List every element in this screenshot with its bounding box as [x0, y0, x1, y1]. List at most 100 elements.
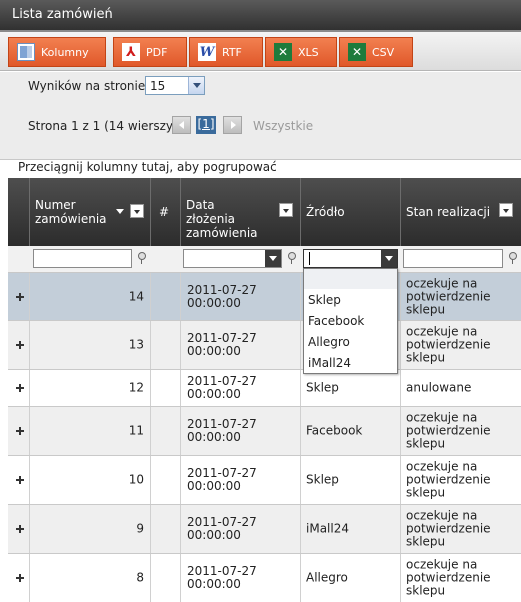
table-row[interactable]: 13 2011-07-27 00:00:00 oczekuje na potwi…	[8, 321, 521, 370]
xls-button-label: XLS	[298, 45, 319, 59]
column-menu-icon[interactable]	[130, 204, 144, 218]
show-all-link[interactable]: Wszystkie	[253, 119, 313, 133]
source-value: iMall24	[306, 521, 349, 536]
chevron-down-icon[interactable]	[381, 250, 397, 267]
order-number-value: 8	[136, 570, 144, 585]
rtf-button[interactable]: W RTF	[189, 37, 263, 67]
prev-page-button[interactable]	[172, 116, 191, 134]
source-filter-select[interactable]	[303, 249, 398, 268]
header-hash[interactable]: #	[150, 178, 180, 246]
expand-row-icon[interactable]	[16, 476, 24, 484]
group-panel-hint: Przeciągnij kolumny tutaj, aby pogrupowa…	[18, 160, 277, 174]
page-info: Strona 1 z 1 (14 wierszy)	[28, 119, 178, 133]
table-row[interactable]: 14 2011-07-27 00:00:00 oczekuje na potwi…	[8, 273, 521, 321]
status-value: anulowane	[406, 380, 472, 395]
grid-body: 14 2011-07-27 00:00:00 oczekuje na potwi…	[8, 273, 521, 602]
source-cell: Allegro	[300, 554, 400, 602]
status-cell: oczekuje na potwierdzenie sklepu	[400, 273, 521, 320]
expand-row-icon[interactable]	[16, 574, 24, 582]
order-number-cell: 11	[29, 407, 150, 455]
header-status[interactable]: Stan realizacji	[400, 178, 521, 246]
order-date-value: 2011-07-27 00:00:00	[187, 466, 257, 493]
columns-button[interactable]: Kolumny	[8, 37, 106, 67]
columns-button-label: Kolumny	[41, 45, 89, 59]
expand-cell[interactable]	[8, 321, 29, 369]
table-row[interactable]: 11 2011-07-27 00:00:00 Facebook oczekuje…	[8, 407, 521, 456]
source-cell: Sklep	[300, 456, 400, 504]
expand-cell[interactable]	[8, 554, 29, 602]
source-dropdown-list: Sklep Facebook Allegro iMall24	[303, 268, 398, 374]
source-value: Facebook	[306, 423, 363, 438]
chevron-down-icon[interactable]	[265, 250, 281, 267]
csv-icon: ✕	[348, 43, 366, 61]
expand-cell[interactable]	[8, 273, 29, 320]
order-date-value: 2011-07-27 00:00:00	[187, 331, 257, 358]
next-page-button[interactable]	[223, 116, 242, 134]
order-date-value: 2011-07-27 00:00:00	[187, 515, 257, 542]
order-number-cell: 9	[29, 505, 150, 553]
header-order-date-label: Data złożenia zamówienia	[186, 198, 258, 240]
status-value: oczekuje na potwierdzenie sklepu	[406, 557, 491, 598]
source-value: Sklep	[306, 380, 339, 395]
results-per-page-select[interactable]: 15	[145, 76, 205, 95]
csv-button[interactable]: ✕ CSV	[339, 37, 413, 67]
order-number-filter-input[interactable]	[33, 249, 132, 268]
source-value: Sklep	[306, 472, 339, 487]
status-filter-input[interactable]	[403, 249, 503, 268]
table-row[interactable]: 10 2011-07-27 00:00:00 Sklep oczekuje na…	[8, 456, 521, 505]
current-page-link[interactable]: [1]	[196, 116, 216, 134]
source-option-allegro[interactable]: Allegro	[304, 332, 397, 352]
filter-pin-icon[interactable]	[508, 252, 517, 264]
header-order-number[interactable]: Numer zamówienia	[29, 178, 150, 246]
source-option-imall24[interactable]: iMall24	[304, 353, 397, 373]
expand-row-icon[interactable]	[16, 293, 24, 301]
chevron-down-icon[interactable]	[188, 77, 204, 94]
source-option-empty[interactable]	[304, 269, 397, 289]
source-cell: iMall24	[300, 505, 400, 553]
expand-cell[interactable]	[8, 505, 29, 553]
xls-icon: ✕	[274, 43, 292, 61]
group-panel[interactable]: Przeciągnij kolumny tutaj, aby pogrupowa…	[0, 160, 521, 178]
window-title: Lista zamówień	[0, 0, 521, 32]
status-value: oczekuje na potwierdzenie sklepu	[406, 324, 491, 365]
pdf-icon: ⅄	[122, 43, 140, 61]
status-cell: oczekuje na potwierdzenie sklepu	[400, 407, 521, 455]
grid-header: Numer zamówienia # Data złożenia zamówie…	[8, 178, 521, 246]
expand-row-icon[interactable]	[16, 384, 24, 392]
header-order-date[interactable]: Data złożenia zamówienia	[180, 178, 300, 246]
expand-row-icon[interactable]	[16, 427, 24, 435]
expand-row-icon[interactable]	[16, 525, 24, 533]
hash-cell	[150, 370, 180, 406]
columns-icon	[17, 43, 35, 61]
expand-cell[interactable]	[8, 456, 29, 504]
filter-row	[8, 246, 521, 273]
expand-row-icon[interactable]	[16, 341, 24, 349]
hash-cell	[150, 554, 180, 602]
sort-desc-icon	[116, 209, 124, 214]
column-menu-icon[interactable]	[499, 203, 513, 217]
source-value: Allegro	[306, 570, 348, 585]
order-date-value: 2011-07-27 00:00:00	[187, 564, 257, 591]
order-date-filter-input[interactable]	[183, 249, 282, 268]
table-row[interactable]: 12 2011-07-27 00:00:00 Sklep anulowane	[8, 370, 521, 407]
header-source[interactable]: Źródło	[300, 178, 400, 246]
expand-cell[interactable]	[8, 407, 29, 455]
source-option-sklep[interactable]: Sklep	[304, 290, 397, 310]
header-hash-label: #	[159, 205, 170, 219]
order-date-cell: 2011-07-27 00:00:00	[180, 554, 300, 602]
table-row[interactable]: 8 2011-07-27 00:00:00 Allegro oczekuje n…	[8, 554, 521, 602]
filter-pin-icon[interactable]	[137, 252, 146, 264]
order-number-cell: 14	[29, 273, 150, 320]
expand-cell[interactable]	[8, 370, 29, 406]
order-number-value: 11	[128, 423, 144, 438]
table-row[interactable]: 9 2011-07-27 00:00:00 iMall24 oczekuje n…	[8, 505, 521, 554]
order-date-cell: 2011-07-27 00:00:00	[180, 321, 300, 369]
source-cell: Sklep	[300, 370, 400, 406]
pdf-button[interactable]: ⅄ PDF	[113, 37, 187, 67]
column-menu-icon[interactable]	[279, 203, 293, 217]
xls-button[interactable]: ✕ XLS	[265, 37, 337, 67]
rtf-button-label: RTF	[222, 45, 242, 59]
source-option-facebook[interactable]: Facebook	[304, 311, 397, 331]
results-per-page-value: 15	[150, 79, 166, 93]
filter-pin-icon[interactable]	[287, 252, 296, 264]
